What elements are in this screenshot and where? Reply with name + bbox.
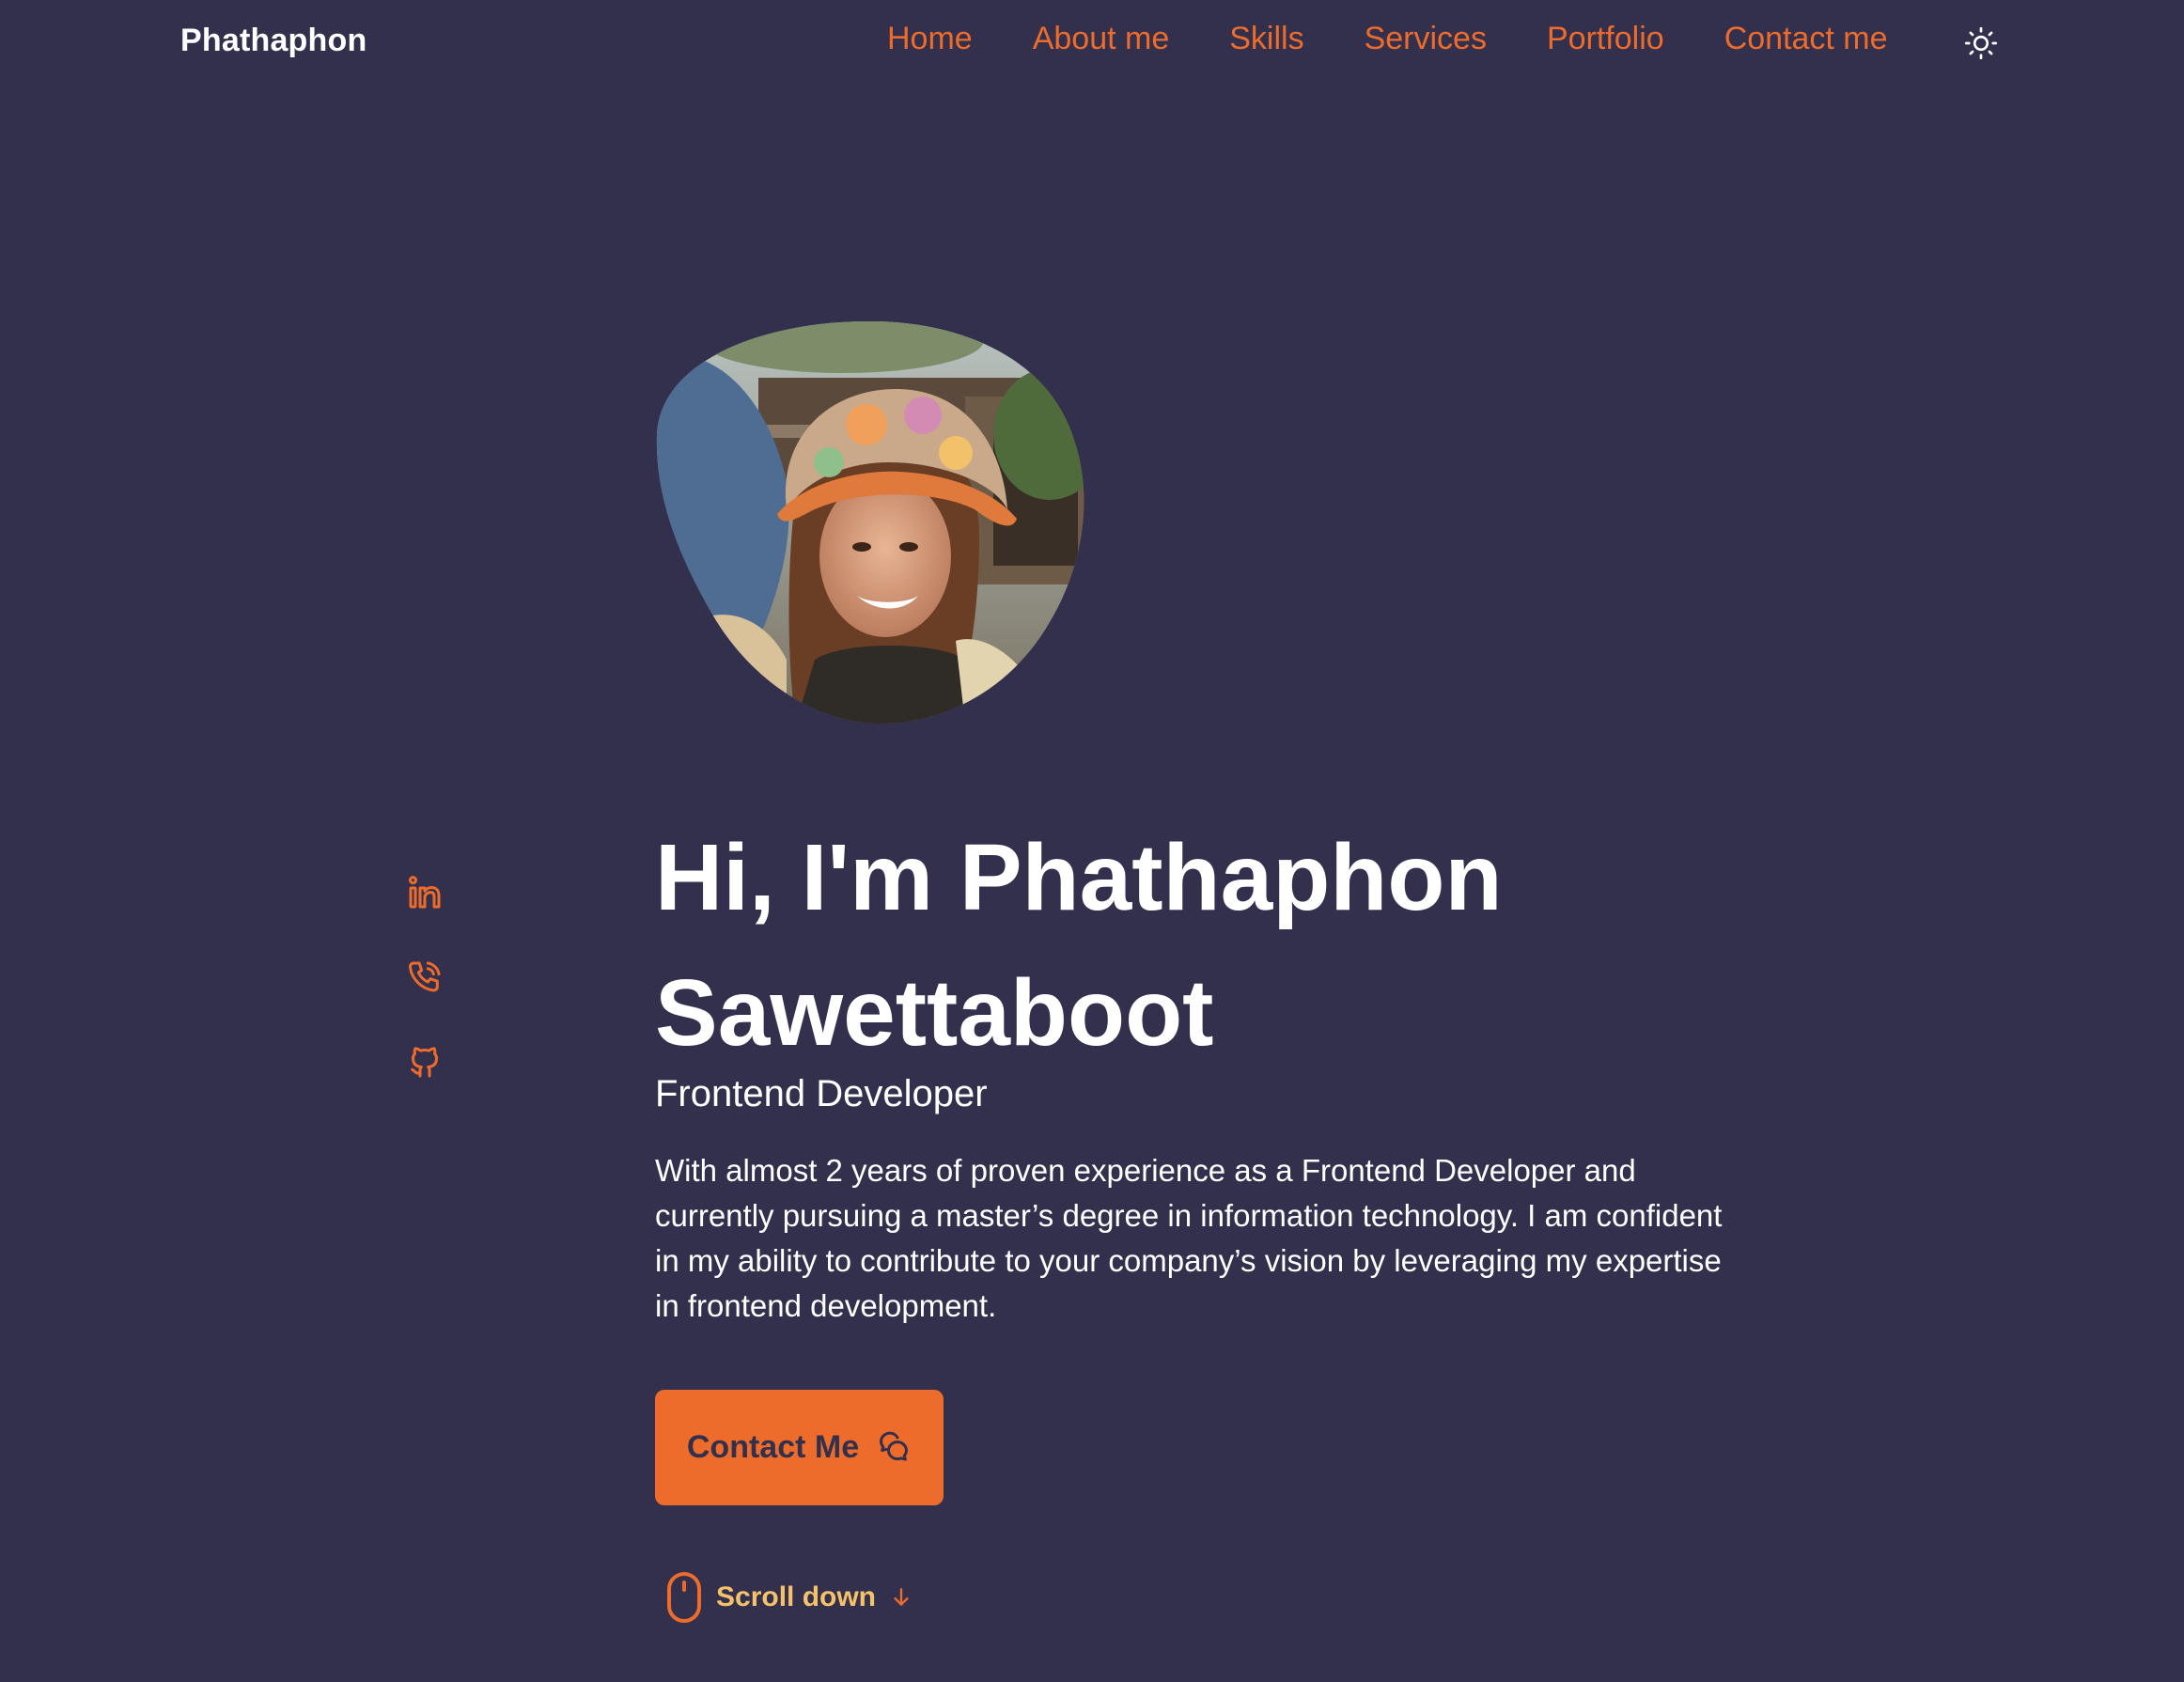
sun-icon bbox=[1964, 26, 1998, 60]
phone-icon bbox=[408, 961, 441, 992]
nav-contact-me[interactable]: Contact me bbox=[1724, 21, 1888, 57]
social-links bbox=[406, 874, 453, 1128]
arrow-down-icon bbox=[894, 1588, 909, 1606]
phone-link[interactable] bbox=[406, 958, 451, 1004]
scroll-down-link[interactable]: Scroll down bbox=[665, 1569, 913, 1626]
hero-title: Hi, I'm Phathaphon Sawettaboot bbox=[655, 825, 1503, 1066]
linkedin-icon bbox=[409, 876, 441, 909]
nav-portfolio[interactable]: Portfolio bbox=[1547, 21, 1664, 57]
site-header: Phathaphon Home About me Skills Services… bbox=[0, 0, 2184, 86]
site-logo[interactable]: Phathaphon bbox=[180, 23, 367, 59]
portfolio-page: Phathaphon Home About me Skills Services… bbox=[0, 0, 2184, 1682]
hero-description: With almost 2 years of proven experience… bbox=[655, 1153, 1723, 1323]
profile-photo bbox=[656, 320, 1084, 724]
main-nav: Home About me Skills Services Portfolio … bbox=[887, 21, 1888, 57]
nav-services[interactable]: Services bbox=[1365, 21, 1487, 57]
mouse-icon bbox=[667, 1572, 701, 1623]
contact-me-label: Contact Me bbox=[686, 1429, 860, 1465]
github-link[interactable] bbox=[406, 1043, 451, 1088]
scroll-down-label: Scroll down bbox=[716, 1581, 877, 1612]
chat-icon bbox=[880, 1431, 909, 1461]
github-icon bbox=[411, 1047, 438, 1078]
nav-about-me[interactable]: About me bbox=[1033, 21, 1170, 57]
linkedin-link[interactable] bbox=[406, 874, 451, 919]
theme-toggle-button[interactable] bbox=[1960, 23, 2002, 64]
profile-avatar bbox=[655, 320, 1089, 724]
nav-skills[interactable]: Skills bbox=[1229, 21, 1303, 57]
nav-home[interactable]: Home bbox=[887, 21, 973, 57]
hero-subtitle: Frontend Developer bbox=[655, 1073, 988, 1114]
contact-me-button[interactable]: Contact Me bbox=[655, 1390, 944, 1505]
